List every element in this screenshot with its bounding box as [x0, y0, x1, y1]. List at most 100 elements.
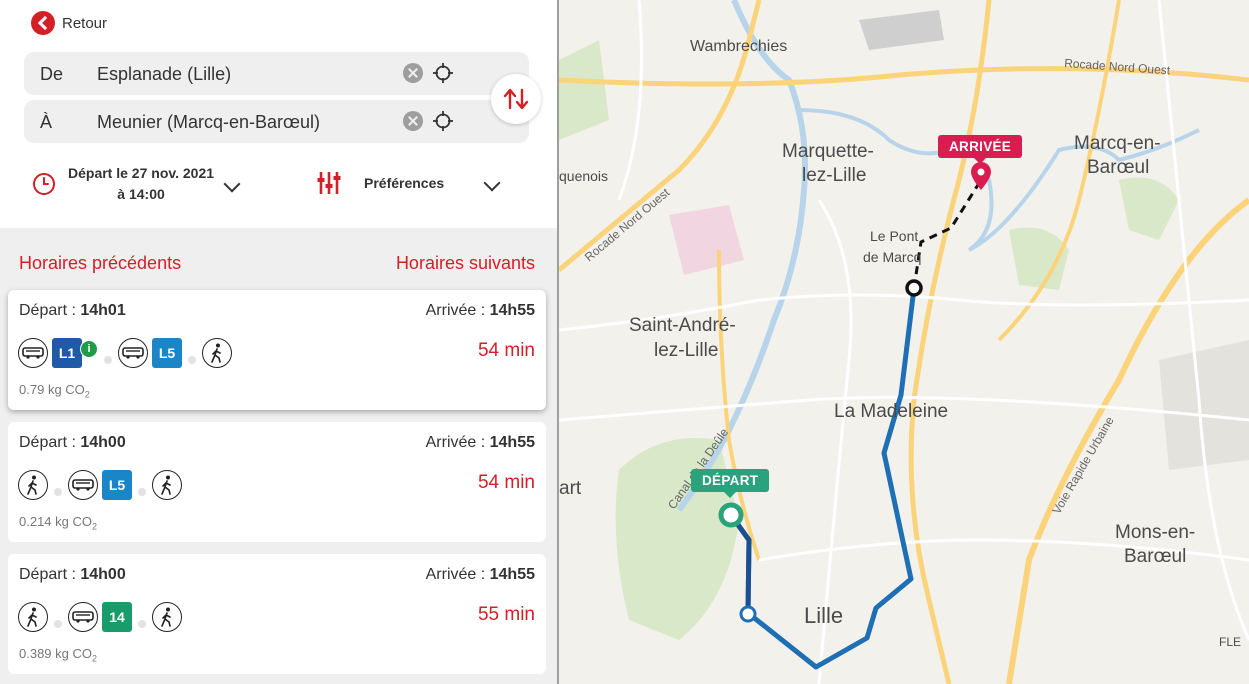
map-label: Le Pont [870, 228, 918, 244]
swap-arrows-icon [503, 88, 529, 110]
preferences-selector[interactable]: Préférences [316, 170, 501, 196]
result-card[interactable]: Départ : 14h00 Arrivée : 14h55 L5 54 min… [8, 422, 546, 542]
from-value[interactable]: Esplanade (Lille) [97, 64, 231, 85]
locate-to-icon[interactable] [433, 111, 453, 131]
preferences-label: Préférences [364, 175, 445, 191]
search-form: Retour De Esplanade (Lille) À Meunier (M… [0, 0, 557, 228]
co2-emission: 0.389 kg CO2 [19, 646, 98, 664]
separator-dot [138, 488, 146, 496]
locate-from-icon[interactable] [433, 63, 453, 83]
arrival-time: Arrivée : 14h55 [425, 566, 535, 583]
line-badge: L5 [102, 470, 132, 500]
arrival-marker[interactable] [971, 162, 991, 190]
arrival-time: Arrivée : 14h55 [425, 302, 535, 319]
line-badge: 14 [102, 602, 132, 632]
road [1157, 0, 1249, 641]
bus-icon [68, 470, 98, 500]
map[interactable]: Wambrechies Rocade Nord Ouest Marquette-… [559, 0, 1249, 684]
line-badge: L5 [152, 338, 182, 368]
park-area [1119, 177, 1179, 240]
map-label: La Madeleine [834, 401, 948, 422]
walk-icon [152, 602, 182, 632]
duration: 54 min [477, 472, 535, 493]
separator-dot [54, 620, 62, 628]
map-label: Saint-André- [629, 315, 736, 336]
next-times-link[interactable]: Horaires suivants [396, 253, 535, 274]
bus-icon [18, 338, 48, 368]
back-button[interactable]: Retour [31, 11, 107, 35]
map-label: Barœul [1124, 546, 1186, 567]
separator-dot [188, 356, 196, 364]
clear-from-icon[interactable] [403, 63, 423, 83]
chevron-down-icon [223, 175, 241, 193]
map-canvas[interactable]: Wambrechies Rocade Nord Ouest Marquette-… [559, 0, 1249, 684]
from-label: De [40, 64, 64, 84]
separator-dot [138, 620, 146, 628]
journey-modes: L1 i L5 [18, 338, 232, 368]
walk-icon [18, 602, 48, 632]
from-field[interactable]: De Esplanade (Lille) [24, 52, 529, 95]
to-value[interactable]: Meunier (Marcq-en-Barœul) [97, 112, 320, 133]
hospital-area [669, 205, 744, 275]
clear-to-icon[interactable] [403, 111, 423, 131]
itinerary-panel: Retour De Esplanade (Lille) À Meunier (M… [0, 0, 557, 684]
walk-icon [202, 338, 232, 368]
map-label: Lille [804, 603, 843, 628]
departure-time: Départ : 14h01 [19, 302, 126, 319]
arrival-marker-dot [977, 168, 985, 176]
map-label: lez-Lille [654, 340, 718, 361]
duration: 54 min [477, 340, 535, 361]
departure-time: Départ : 14h00 [19, 434, 126, 451]
duration: 55 min [477, 604, 535, 625]
departure-time: Départ : 14h00 [19, 566, 126, 583]
previous-times-link[interactable]: Horaires précédents [19, 253, 181, 274]
line-badge: L1 [52, 338, 82, 368]
airfield-area [859, 10, 944, 50]
transfer-stop[interactable] [739, 605, 757, 623]
clock-icon [33, 173, 55, 195]
bus-icon [118, 338, 148, 368]
walk-icon [18, 470, 48, 500]
co2-emission: 0.214 kg CO2 [19, 514, 98, 532]
to-field[interactable]: À Meunier (Marcq-en-Barœul) [24, 100, 529, 143]
arrival-time: Arrivée : 14h55 [425, 434, 535, 451]
info-icon: i [80, 340, 98, 358]
departure-hour: à 14:00 [117, 186, 165, 202]
departure-time-selector[interactable]: Départ le 27 nov. 2021 à 14:00 [32, 163, 241, 205]
road [617, 0, 643, 201]
chevron-down-icon [483, 174, 501, 192]
co2-emission: 0.79 kg CO2 [19, 382, 90, 400]
map-label: Wambrechies [690, 38, 787, 55]
map-label: lez-Lille [802, 165, 866, 186]
road-label: Rocade Nord Ouest [1064, 56, 1171, 77]
park-area [559, 40, 609, 140]
map-label: Marcq-en- [1074, 133, 1161, 154]
transfer-stop[interactable] [905, 279, 923, 297]
journey-modes: L5 [18, 470, 182, 500]
to-label: À [40, 112, 53, 132]
road-label: Rocade Nord Ouest [582, 185, 673, 264]
road-label: Voie Rapide Urbaine [1049, 414, 1116, 517]
depart-pin-label: DÉPART [691, 469, 770, 498]
map-label: Mons-en- [1115, 522, 1195, 543]
map-label: art [559, 478, 582, 499]
park-area [1009, 227, 1069, 290]
map-label: de Marcq [863, 249, 921, 265]
map-label: FLE [1219, 635, 1241, 649]
map-label: Barœul [1087, 157, 1149, 178]
back-label: Retour [62, 14, 108, 32]
bus-icon [68, 602, 98, 632]
departure-time-text: Départ le 27 nov. 2021 à 14:00 [68, 163, 214, 205]
departure-date: Départ le 27 nov. 2021 [68, 165, 215, 181]
depart-marker[interactable] [718, 502, 744, 528]
walk-icon [152, 470, 182, 500]
swap-button[interactable] [491, 74, 541, 124]
arrival-pin-label: ARRIVÉE [938, 135, 1023, 164]
chevron-left-icon [31, 11, 55, 35]
result-card[interactable]: Départ : 14h01 Arrivée : 14h55 L1 i L5 5… [8, 290, 546, 410]
result-card[interactable]: Départ : 14h00 Arrivée : 14h55 14 55 min… [8, 554, 546, 674]
separator-dot [54, 488, 62, 496]
map-label: quenois [559, 168, 608, 184]
sliders-icon [317, 172, 341, 194]
road [908, 0, 992, 684]
